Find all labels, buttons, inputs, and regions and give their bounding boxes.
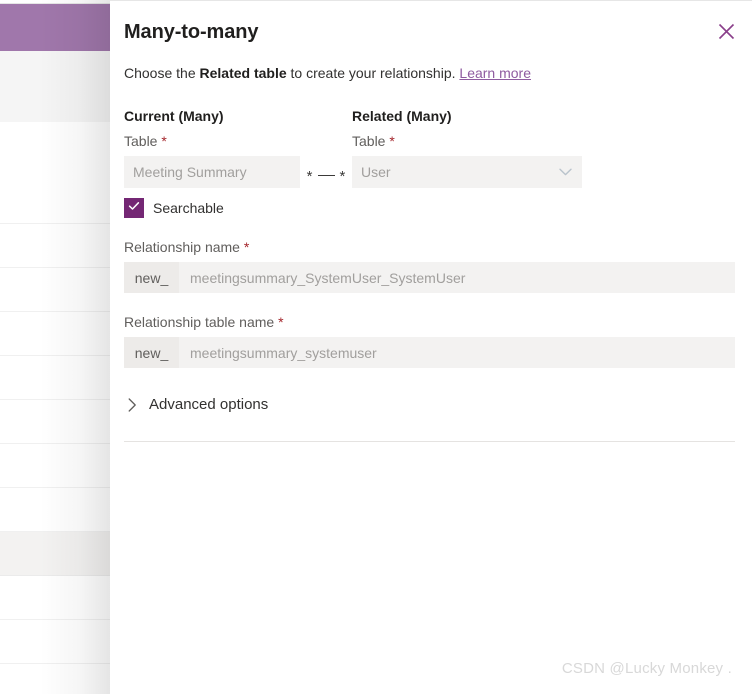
relationship-name-group: Relationship name * new_ meetingsummary_… — [124, 238, 738, 293]
relationship-name-prefix: new_ — [124, 262, 179, 293]
panel-body: Choose the Related table to create your … — [110, 63, 752, 442]
required-asterisk: * — [278, 314, 284, 330]
current-table-column: Current (Many) Table * Meeting Summary S… — [124, 107, 300, 218]
current-table-label-text: Table — [124, 133, 158, 149]
section-divider — [124, 441, 735, 442]
background-list-rows — [0, 122, 110, 694]
relationship-name-label-text: Relationship name — [124, 239, 240, 255]
current-table-label: Table * — [124, 132, 300, 150]
list-item — [0, 444, 110, 488]
checkmark-icon — [128, 199, 140, 217]
checkbox-box — [124, 198, 144, 218]
list-item — [0, 576, 110, 620]
background-app-header-bar — [0, 4, 110, 51]
relationship-name-input[interactable]: meetingsummary_SystemUser_SystemUser — [179, 262, 735, 293]
searchable-checkbox[interactable]: Searchable — [124, 198, 224, 218]
cardinality-right: * — [339, 168, 346, 185]
required-asterisk: * — [389, 133, 395, 149]
many-to-many-panel: Many-to-many Choose the Related table to… — [110, 0, 752, 694]
close-icon — [718, 23, 735, 40]
learn-more-link[interactable]: Learn more — [459, 65, 531, 81]
cardinality-indicator: * * — [300, 107, 352, 185]
list-item — [0, 122, 110, 224]
chevron-down-icon — [559, 168, 582, 176]
list-item — [0, 224, 110, 268]
list-item-selected — [0, 532, 110, 576]
advanced-options-toggle[interactable]: Advanced options — [124, 395, 268, 415]
list-item — [0, 356, 110, 400]
list-item — [0, 488, 110, 532]
required-asterisk: * — [243, 239, 250, 255]
relationship-table-name-input[interactable]: meetingsummary_systemuser — [179, 337, 735, 368]
relationship-table-name-field[interactable]: new_ meetingsummary_systemuser — [124, 337, 735, 368]
cardinality-left: * — [306, 168, 313, 185]
description-trail: to create your relationship. — [286, 65, 460, 81]
cardinality-line — [317, 175, 335, 176]
advanced-options-label: Advanced options — [149, 396, 269, 413]
panel-description: Choose the Related table to create your … — [124, 63, 738, 83]
description-lead: Choose the — [124, 65, 200, 81]
related-table-label: Table * — [352, 132, 582, 150]
related-table-label-text: Table — [352, 133, 386, 149]
close-button[interactable] — [710, 15, 742, 47]
related-table-column: Related (Many) Table * User — [352, 107, 582, 188]
tables-section: Current (Many) Table * Meeting Summary S… — [124, 107, 738, 218]
relationship-name-field[interactable]: new_ meetingsummary_SystemUser_SystemUse… — [124, 262, 735, 293]
watermark: CSDN @Lucky Monkey . — [561, 660, 732, 677]
list-item — [0, 400, 110, 444]
related-table-value: User — [361, 164, 391, 180]
relationship-table-name-label: Relationship table name * — [124, 313, 738, 331]
description-emphasis: Related table — [199, 65, 287, 81]
required-asterisk: * — [161, 133, 167, 149]
relationship-table-name-label-text: Relationship table name — [124, 314, 275, 330]
chevron-right-icon — [124, 397, 140, 413]
panel-header: Many-to-many — [110, 1, 752, 47]
current-heading: Current (Many) — [124, 108, 224, 124]
related-heading: Related (Many) — [352, 108, 452, 124]
page-title: Many-to-many — [124, 21, 259, 43]
relationship-name-label: Relationship name * — [124, 238, 738, 256]
list-item — [0, 664, 110, 694]
current-table-input[interactable]: Meeting Summary — [124, 156, 300, 188]
relationship-table-name-prefix: new_ — [124, 337, 179, 368]
list-item — [0, 620, 110, 664]
searchable-label: Searchable — [153, 200, 224, 216]
related-table-dropdown[interactable]: User — [352, 156, 582, 188]
list-item — [0, 268, 110, 312]
background-command-bar — [0, 51, 110, 123]
list-item — [0, 312, 110, 356]
relationship-table-name-group: Relationship table name * new_ meetingsu… — [124, 313, 738, 368]
current-table-value: Meeting Summary — [133, 164, 247, 180]
